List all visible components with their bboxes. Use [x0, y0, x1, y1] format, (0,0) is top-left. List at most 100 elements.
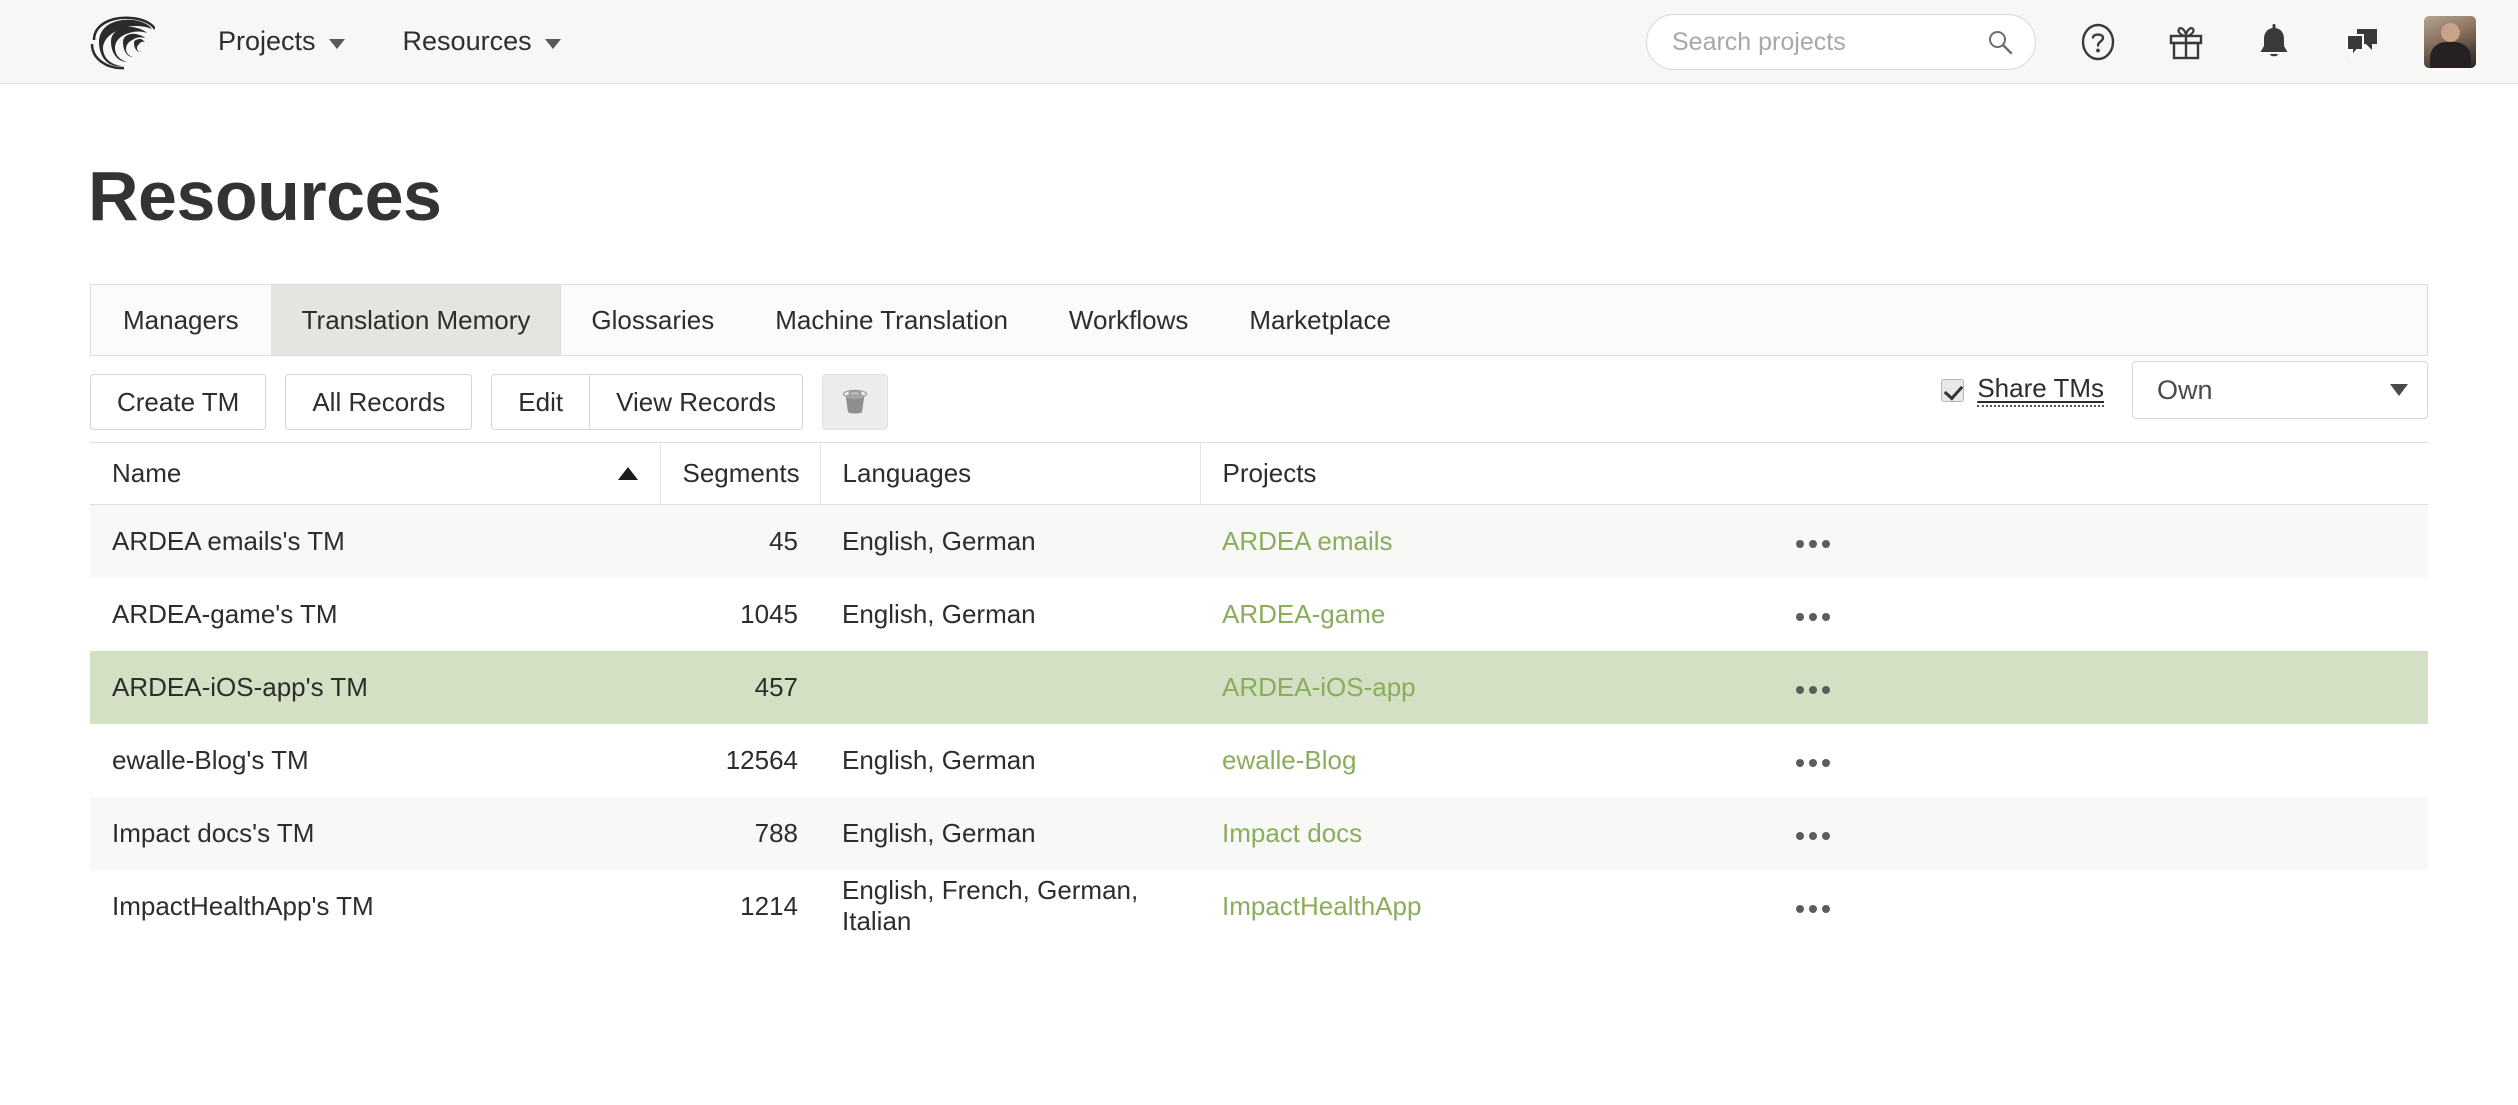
view-records-button[interactable]: View Records: [589, 374, 803, 430]
table-row[interactable]: ARDEA-game's TM1045English, German ARDEA-…: [90, 578, 2428, 651]
tab-translation-memory[interactable]: Translation Memory: [272, 285, 562, 355]
create-tm-button[interactable]: Create TM: [90, 374, 266, 430]
tm-scope-select[interactable]: Own: [2132, 361, 2428, 419]
table-row[interactable]: ewalle-Blog's TM12564English, Germanewal…: [90, 724, 2428, 797]
tab-glossaries-label: Glossaries: [591, 305, 714, 336]
share-tms-label[interactable]: Share TMs: [1977, 373, 2104, 407]
cell-languages: English, German: [820, 505, 1200, 578]
cell-tm-name: ImpactHealthApp's TM: [90, 870, 660, 943]
cell-actions: [1770, 724, 2428, 797]
translation-memory-table: Name Segments Languages Projects ARDEA e…: [90, 442, 2428, 943]
more-options-icon[interactable]: [1792, 530, 1834, 558]
cell-segments: 457: [660, 651, 820, 724]
trash-icon: [838, 383, 872, 422]
cell-segments: 45: [660, 505, 820, 578]
column-header-name-label: Name: [112, 458, 181, 489]
more-options-icon[interactable]: [1792, 895, 1834, 923]
share-tms-control[interactable]: Share TMs: [1941, 373, 2104, 407]
tab-workflows-label: Workflows: [1069, 305, 1188, 336]
bell-icon[interactable]: [2248, 16, 2300, 68]
tab-machine-translation[interactable]: Machine Translation: [745, 285, 1039, 355]
tm-toolbar-right: Share TMs Own: [1941, 362, 2428, 418]
cell-tm-name: ARDEA emails's TM: [90, 505, 660, 578]
tm-toolbar: Create TM All Records Edit View Records …: [90, 356, 2428, 442]
search-box[interactable]: [1646, 14, 2036, 70]
search-icon[interactable]: [1987, 29, 2013, 55]
cell-languages: English, German: [820, 578, 1200, 651]
cell-project: ARDEA emails: [1200, 505, 1770, 578]
cell-tm-name: ARDEA-game's TM: [90, 578, 660, 651]
all-records-button[interactable]: All Records: [285, 374, 472, 430]
column-header-segments[interactable]: Segments: [660, 443, 820, 505]
table-body: ARDEA emails's TM45English, GermanARDEA …: [90, 505, 2428, 943]
tab-glossaries[interactable]: Glossaries: [561, 285, 745, 355]
tab-machine-translation-label: Machine Translation: [775, 305, 1008, 336]
more-options-icon[interactable]: [1792, 749, 1834, 777]
cell-project: ewalle-Blog: [1200, 724, 1770, 797]
cell-languages: English, French, German, Italian: [820, 870, 1200, 943]
resource-tabs: Managers Translation Memory Glossaries M…: [90, 284, 2428, 356]
column-header-name[interactable]: Name: [90, 443, 660, 505]
tab-marketplace[interactable]: Marketplace: [1219, 285, 1422, 355]
cell-languages: English, German: [820, 797, 1200, 870]
chevron-down-icon: [545, 39, 561, 49]
column-header-languages[interactable]: Languages: [820, 443, 1200, 505]
delete-tm-button[interactable]: [822, 374, 888, 430]
tabs-filler: [1422, 285, 2427, 355]
more-options-icon[interactable]: [1792, 822, 1834, 850]
top-navigation-bar: Projects Resources: [0, 0, 2518, 84]
cell-actions: [1770, 578, 2428, 651]
brand-logo[interactable]: [86, 12, 158, 72]
project-link[interactable]: ARDEA emails: [1222, 526, 1393, 556]
table-row[interactable]: Impact docs's TM788English, GermanImpact…: [90, 797, 2428, 870]
cell-actions: [1770, 870, 2428, 943]
table-row[interactable]: ARDEA-iOS-app's TM457 ARDEA-iOS-app: [90, 651, 2428, 724]
table-header-row: Name Segments Languages Projects: [90, 443, 2428, 505]
nav-item-resources[interactable]: Resources: [403, 26, 561, 57]
edit-button[interactable]: Edit: [491, 374, 589, 430]
nav-item-projects[interactable]: Projects: [218, 26, 345, 57]
search-input[interactable]: [1647, 15, 2035, 69]
chat-icon[interactable]: [2336, 16, 2388, 68]
cell-actions: [1770, 797, 2428, 870]
tab-managers-label: Managers: [123, 305, 239, 336]
gift-icon[interactable]: [2160, 16, 2212, 68]
column-header-actions: [1770, 443, 2428, 505]
cell-actions: [1770, 651, 2428, 724]
nav-item-resources-label: Resources: [403, 26, 532, 57]
table-header: Name Segments Languages Projects: [90, 443, 2428, 505]
cell-segments: 1045: [660, 578, 820, 651]
cell-project: ImpactHealthApp: [1200, 870, 1770, 943]
share-tms-checkbox[interactable]: [1941, 379, 1964, 402]
chevron-down-icon: [329, 39, 345, 49]
project-link[interactable]: ARDEA-game: [1222, 599, 1385, 629]
more-options-icon[interactable]: [1792, 603, 1834, 631]
tab-managers[interactable]: Managers: [91, 285, 272, 355]
page-content: Resources Managers Translation Memory Gl…: [0, 156, 2518, 943]
tab-workflows[interactable]: Workflows: [1039, 285, 1219, 355]
cell-project: Impact docs: [1200, 797, 1770, 870]
cell-tm-name: ARDEA-iOS-app's TM: [90, 651, 660, 724]
more-options-icon[interactable]: [1792, 676, 1834, 704]
table-row[interactable]: ARDEA emails's TM45English, German ARDEA …: [90, 505, 2428, 578]
project-link[interactable]: ARDEA-iOS-app: [1222, 672, 1416, 702]
sort-ascending-icon: [618, 467, 638, 480]
cell-languages: [820, 651, 1200, 724]
cell-actions: [1770, 505, 2428, 578]
column-header-projects[interactable]: Projects: [1200, 443, 1770, 505]
cell-languages: English, German: [820, 724, 1200, 797]
avatar[interactable]: [2424, 16, 2476, 68]
project-link[interactable]: ewalle-Blog: [1222, 745, 1356, 775]
tab-marketplace-label: Marketplace: [1249, 305, 1391, 336]
project-link[interactable]: Impact docs: [1222, 818, 1362, 848]
tm-scope-value: Own: [2133, 375, 2213, 406]
project-link[interactable]: ImpactHealthApp: [1222, 891, 1421, 921]
top-navigation-right: [1646, 0, 2476, 84]
nav-item-projects-label: Projects: [218, 26, 316, 57]
table-row[interactable]: ImpactHealthApp's TM1214English, French,…: [90, 870, 2428, 943]
cell-tm-name: Impact docs's TM: [90, 797, 660, 870]
help-icon[interactable]: [2072, 16, 2124, 68]
cell-tm-name: ewalle-Blog's TM: [90, 724, 660, 797]
cell-segments: 1214: [660, 870, 820, 943]
cell-project: ARDEA-game: [1200, 578, 1770, 651]
